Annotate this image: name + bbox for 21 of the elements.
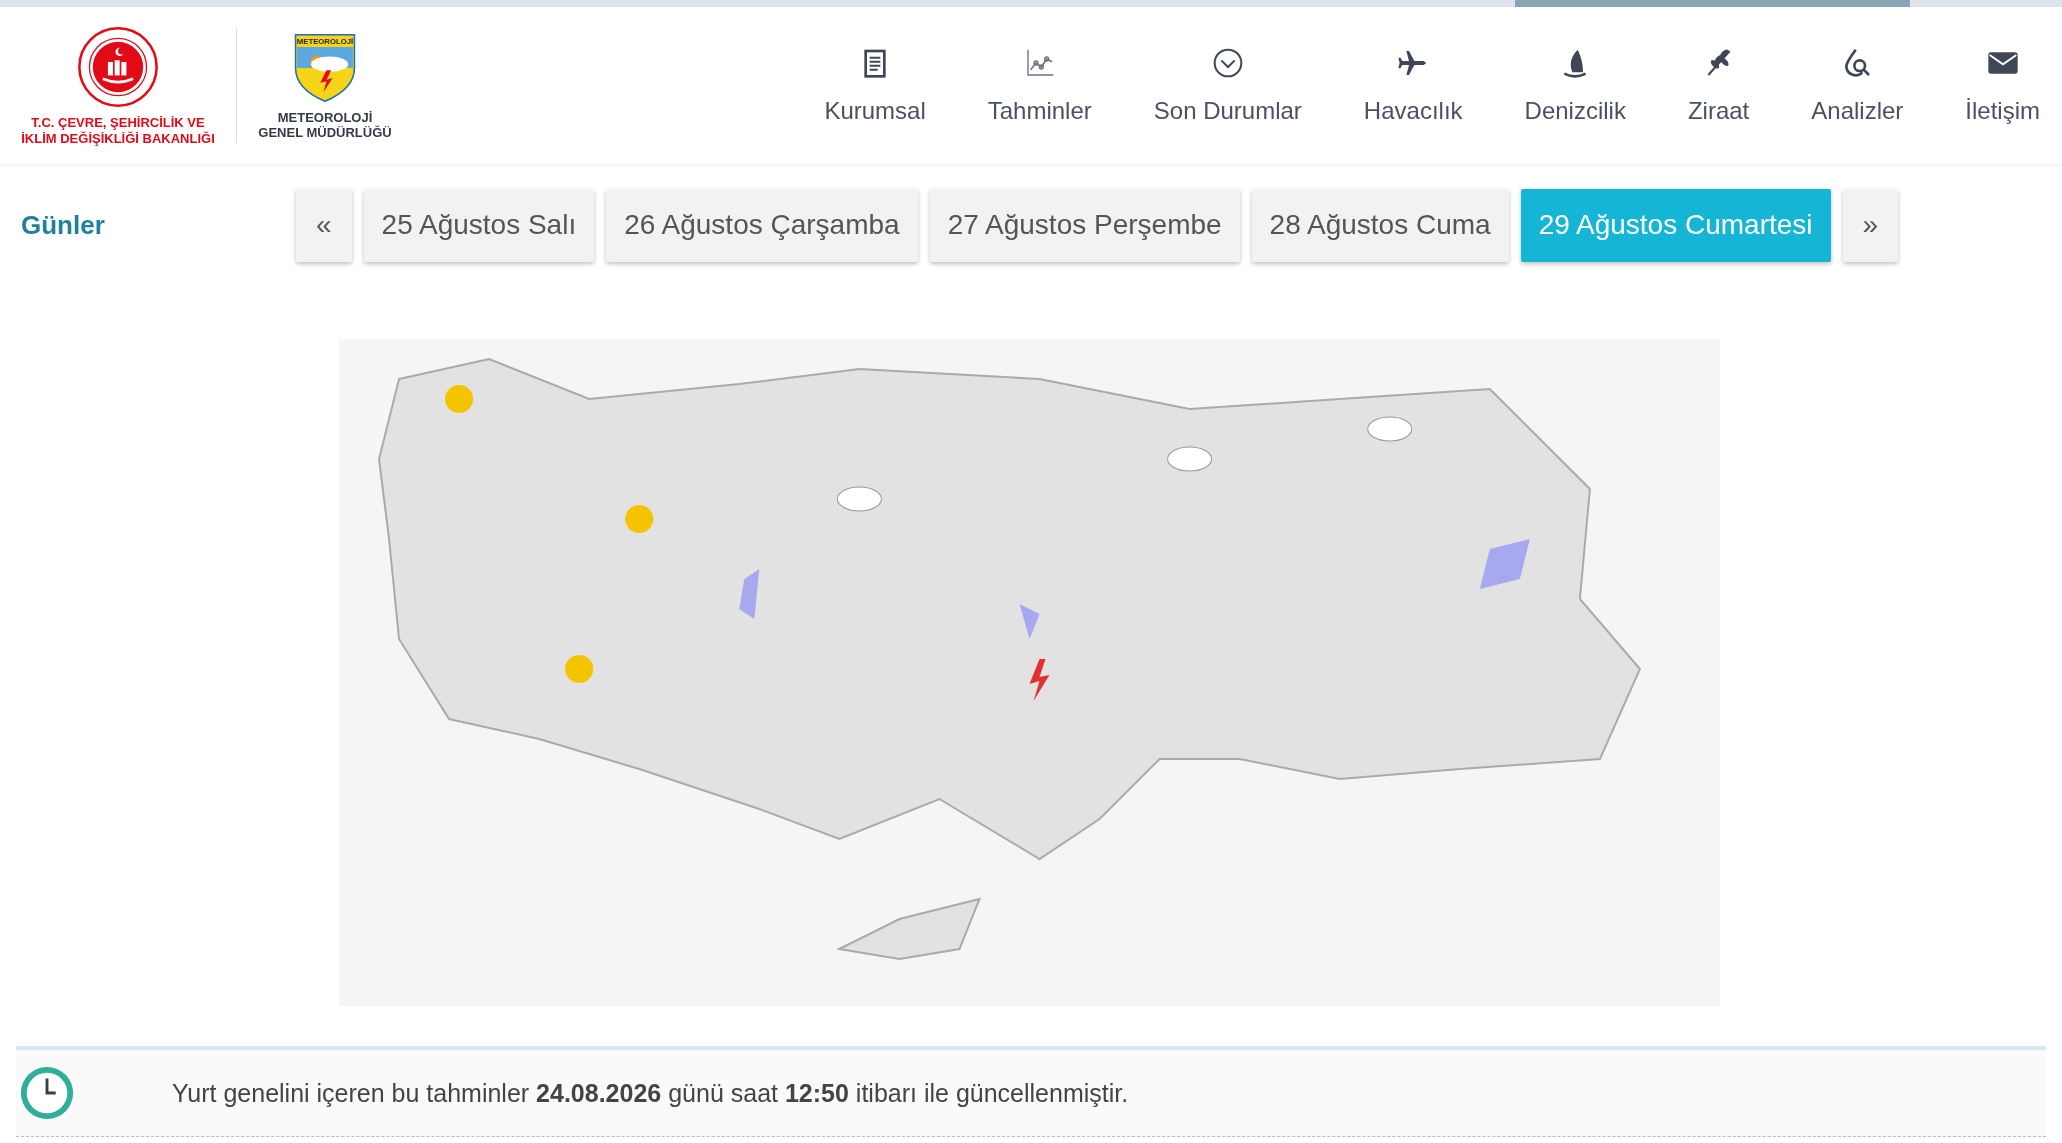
day-tab[interactable]: 27 Ağustos Perşembe xyxy=(929,188,1240,262)
ministry-emblem-icon xyxy=(76,24,160,109)
ministry-name: T.C. ÇEVRE, ŞEHİRCİLİK VE İKLİM DEĞİŞİKLİĞİ BAKANLIĞI xyxy=(20,114,216,147)
agency-shield-logo: METEOROLOJİ xyxy=(294,31,356,104)
update-note: Yurt genelini içeren bu tahminler 24.08.2026 günü saat 12:50 itibarı ile güncellenmiştir. xyxy=(172,1078,1129,1108)
section-title: Günler xyxy=(21,209,106,241)
nav-link[interactable]: Havacılık xyxy=(1363,46,1463,125)
day-tab[interactable]: 25 Ağustos Salı xyxy=(363,188,595,262)
page-arrow-button[interactable]: » xyxy=(1842,188,1899,262)
nav-link[interactable]: Ziraat xyxy=(1687,46,1750,125)
day-tab[interactable]: 28 Ağustos Cuma xyxy=(1251,188,1509,262)
nav-link[interactable]: Tahminler xyxy=(987,46,1092,125)
nav-link[interactable]: Kurumsal xyxy=(824,46,926,125)
nav-link[interactable]: Denizcilik xyxy=(1524,46,1626,125)
page-arrow-button[interactable]: « xyxy=(296,188,352,262)
chevron-circle-icon xyxy=(1211,46,1244,79)
nav-link[interactable]: İletişim xyxy=(1965,46,2040,125)
nav-link[interactable]: Analizler xyxy=(1811,46,1904,125)
nav-link[interactable]: Son Durumlar xyxy=(1153,46,1302,125)
agency-name: METEOROLOJİ GENEL MÜDÜRLÜĞÜ xyxy=(257,109,393,140)
day-tab[interactable]: 26 Ağustos Çarşamba xyxy=(606,188,918,262)
